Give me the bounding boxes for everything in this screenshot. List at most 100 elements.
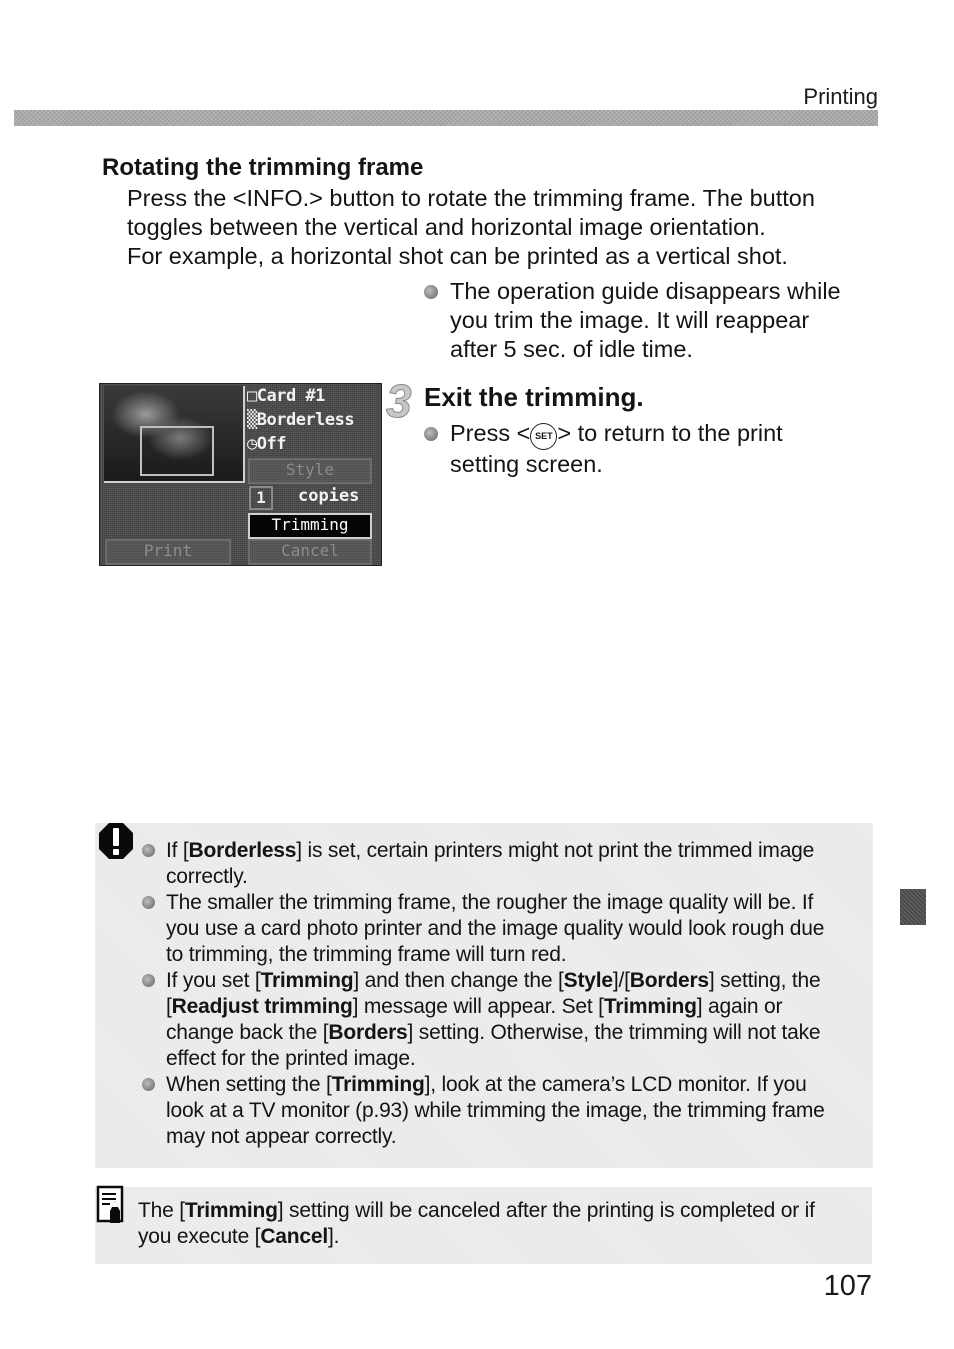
step-title: Exit the trimming.	[424, 382, 644, 412]
text-run: to trimming, the trimming frame will tur…	[166, 943, 567, 966]
intro-line: toggles between the vertical and horizon…	[127, 214, 766, 240]
text-run: effect for the printed image.	[166, 1047, 416, 1070]
step-number: 3	[386, 375, 413, 427]
bold-term: Cancel	[260, 1225, 328, 1248]
text-run: ] setting will be canceled after the pri…	[277, 1199, 815, 1222]
intro-line: For example, a horizontal shot can be pr…	[127, 243, 788, 269]
lcd-style-button: Style	[248, 458, 372, 484]
text-line: you execute [Cancel].	[138, 1224, 815, 1250]
set-button-icon: SET	[530, 423, 558, 450]
bold-term: Trimming	[603, 995, 697, 1018]
text-line: If [Borderless] is set, certain printers…	[166, 838, 825, 864]
bold-term: Borders	[328, 1021, 408, 1044]
guide-note-line: you trim the image. It will reappear	[450, 307, 810, 333]
text-run: ] setting. Otherwise, the trimming will …	[407, 1021, 821, 1044]
text-run: ] again or	[696, 995, 783, 1018]
text-line: The smaller the trimming frame, the roug…	[166, 890, 825, 916]
lcd-copies-count: 1	[249, 486, 273, 510]
step-line: Press < SET > to return to the print	[450, 419, 783, 450]
bold-term: Style	[563, 969, 613, 992]
lcd-card-label: Card #1	[256, 386, 326, 406]
text-run: When setting the [	[166, 1073, 332, 1096]
caution-note-item: If you set [Trimming] and then change th…	[142, 968, 825, 1072]
page-number: 107	[823, 1270, 872, 1302]
text-line: [Readjust trimming] message will appear.…	[166, 994, 825, 1020]
card-icon: □	[247, 386, 257, 406]
intro-line: Press the <INFO.> button to rotate the t…	[127, 185, 815, 211]
text-run: If you set [	[166, 969, 261, 992]
caution-note-item: The smaller the trimming frame, the roug…	[142, 890, 825, 968]
bullet-icon	[142, 1078, 155, 1091]
bullet-icon	[424, 427, 438, 441]
text-run: may not appear correctly.	[166, 1125, 397, 1148]
guide-note-line: The operation guide disappears while	[450, 278, 841, 304]
photo-preview	[104, 386, 245, 483]
text-line: correctly.	[166, 864, 825, 890]
lcd-date-row: ◷Off	[247, 434, 286, 454]
memo-pencil-icon	[96, 1185, 124, 1223]
step-text: > to return to the print	[557, 420, 783, 446]
text-line: If you set [Trimming] and then change th…	[166, 968, 825, 994]
text-run: change back the [	[166, 1021, 329, 1044]
step-text: Press <	[450, 420, 531, 446]
clock-icon: ◷	[247, 434, 257, 454]
lcd-copies-label: copies	[298, 486, 360, 506]
text-line: look at a TV monitor (p.93) while trimmi…	[166, 1098, 825, 1124]
trimming-frame	[140, 426, 214, 476]
text-line: effect for the printed image.	[166, 1046, 825, 1072]
subsection-heading: Rotating the trimming frame	[102, 154, 424, 181]
text-line: When setting the [Trimming], look at the…	[166, 1072, 825, 1098]
text-line: The [Trimming] setting will be canceled …	[138, 1198, 815, 1224]
text-run: ] message will appear. Set [	[352, 995, 604, 1018]
text-run: you execute [	[138, 1225, 261, 1248]
section-title: Printing	[803, 84, 878, 109]
lcd-date-label: Off	[256, 434, 287, 454]
text-run: ] and then change the [	[353, 969, 564, 992]
bold-term: Trimming	[184, 1199, 278, 1222]
bold-term: Readjust trimming	[171, 995, 353, 1018]
step-instruction: Press < SET > to return to the print setti…	[424, 419, 783, 479]
text-run: look at a TV monitor (p.93) while trimmi…	[166, 1099, 825, 1122]
text-run: ].	[328, 1225, 340, 1248]
lcd-print-button: Print	[105, 539, 231, 565]
guide-note-line: after 5 sec. of idle time.	[450, 336, 693, 362]
bold-term: Borders	[629, 969, 709, 992]
caution-notes-list: If [Borderless] is set, certain printers…	[142, 838, 825, 1150]
bullet-icon	[142, 896, 155, 909]
text-run: If [	[166, 839, 189, 862]
step-line: setting screen.	[450, 451, 603, 477]
chapter-tab-marker	[900, 889, 926, 925]
borders-icon: ▒	[247, 410, 257, 430]
text-run: ], look at the camera’s LCD monitor. If …	[424, 1073, 807, 1096]
intro-paragraph: Press the <INFO.> button to rotate the t…	[127, 184, 887, 271]
lcd-cancel-button: Cancel	[248, 539, 372, 565]
memo-text: The [Trimming] setting will be canceled …	[138, 1198, 815, 1250]
bold-term: Trimming	[260, 969, 354, 992]
bullet-icon	[142, 974, 155, 987]
text-run: The [	[138, 1199, 185, 1222]
lcd-borders-row: ▒Borderless	[247, 410, 355, 430]
bullet-icon	[424, 285, 438, 299]
lcd-card-row: □Card #1	[247, 386, 325, 406]
text-line: to trimming, the trimming frame will tur…	[166, 942, 825, 968]
text-run: you use a card photo printer and the ima…	[166, 917, 825, 940]
text-run: ] is set, certain printers might not pri…	[296, 839, 815, 862]
lcd-borders-label: Borderless	[256, 410, 355, 430]
caution-note-item: If [Borderless] is set, certain printers…	[142, 838, 825, 890]
bullet-icon	[142, 844, 155, 857]
text-run: The smaller the trimming frame, the roug…	[166, 891, 814, 914]
camera-lcd-screenshot: □Card #1 ▒Borderless ◷Off Style 1 copies…	[99, 383, 382, 566]
caution-note-item: When setting the [Trimming], look at the…	[142, 1072, 825, 1150]
bold-term: Trimming	[331, 1073, 425, 1096]
bold-term: Borderless	[188, 839, 297, 862]
caution-icon	[99, 823, 133, 859]
lcd-trimming-button: Trimming	[248, 513, 372, 539]
text-line: you use a card photo printer and the ima…	[166, 916, 825, 942]
text-run: ]/[	[612, 969, 630, 992]
guide-note: The operation guide disappears while you…	[424, 277, 841, 364]
header-divider-bar	[14, 110, 878, 126]
text-line: change back the [Borders] setting. Other…	[166, 1020, 825, 1046]
text-run: ] setting, the	[708, 969, 821, 992]
text-line: may not appear correctly.	[166, 1124, 825, 1150]
text-run: correctly.	[166, 865, 248, 888]
